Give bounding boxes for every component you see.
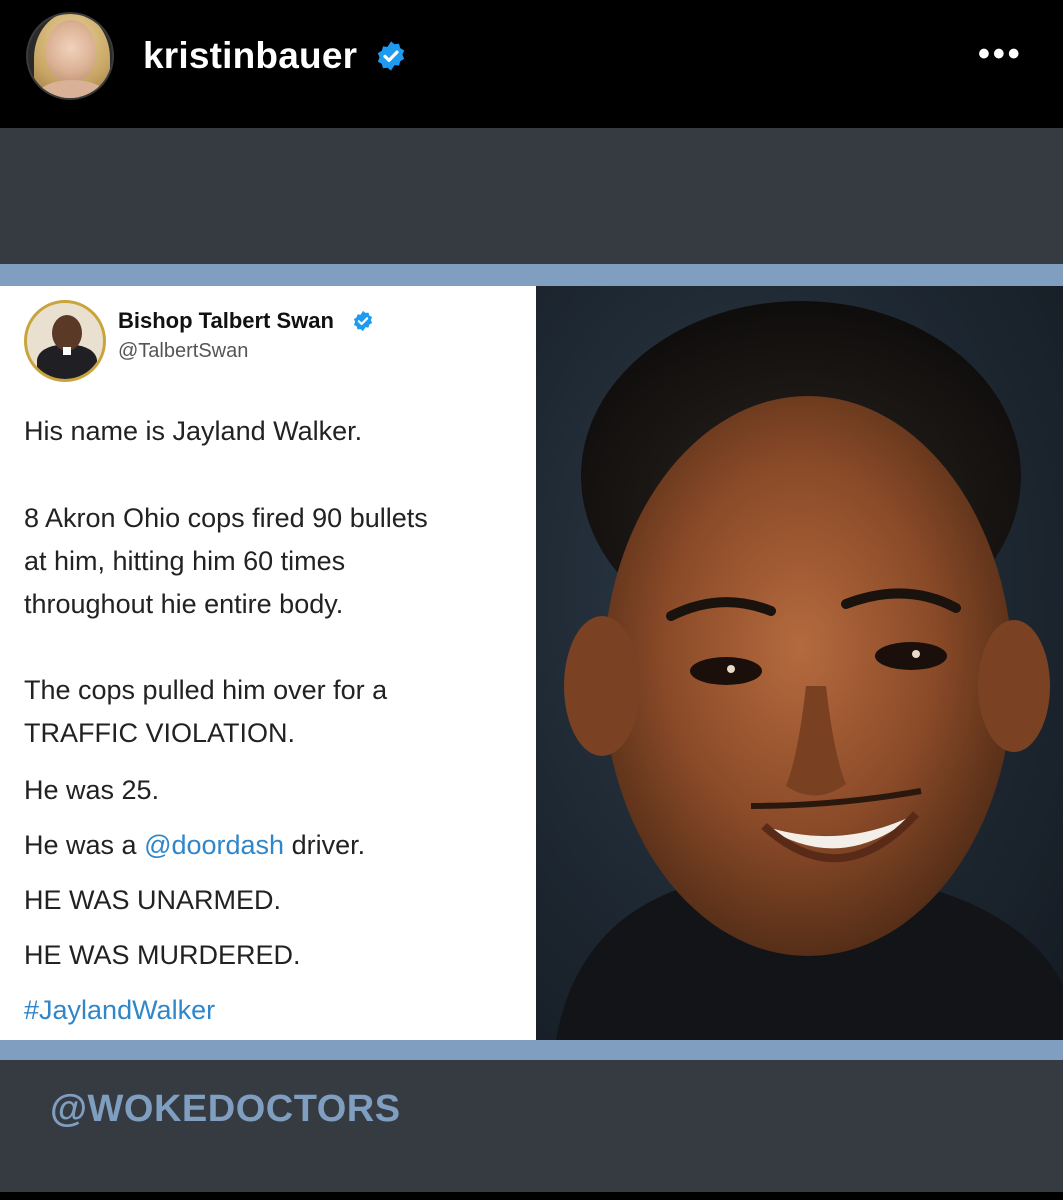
profile-avatar[interactable] xyxy=(26,12,114,100)
tweet-text-line: He was 25. xyxy=(24,775,160,805)
bottom-edge xyxy=(0,1192,1063,1200)
doordash-prefix: He was a xyxy=(24,830,145,860)
avatar-head xyxy=(52,315,82,351)
doordash-mention-link[interactable]: @doordash xyxy=(144,830,284,860)
verified-badge-icon xyxy=(377,41,405,71)
tweet-text-line: The cops pulled him over for a xyxy=(24,675,388,705)
tweet-author-name: Bishop Talbert Swan xyxy=(118,308,334,333)
tweet-author-avatar xyxy=(24,300,106,382)
tweet-text-line: throughout hie entire body. xyxy=(24,589,344,619)
portrait-illustration xyxy=(556,301,1063,1040)
avatar-face xyxy=(46,20,96,82)
verified-badge-icon xyxy=(353,310,373,332)
avatar-collar xyxy=(63,347,71,355)
bottom-blue-band xyxy=(0,1040,1063,1060)
tweet-card: Bishop Talbert Swan @TalbertSwan His nam… xyxy=(0,286,536,1040)
watermark-handle: @WOKEDOCTORS xyxy=(50,1088,401,1130)
tweet-text-line: HE WAS UNARMED. xyxy=(24,885,282,915)
portrait-photo xyxy=(536,286,1063,1040)
tweet-text-line: 8 Akron Ohio cops fired 90 bullets xyxy=(24,503,428,533)
post-header: kristinbauer ••• xyxy=(0,0,1063,128)
top-blue-band xyxy=(0,264,1063,286)
profile-username[interactable]: kristinbauer xyxy=(143,35,357,77)
more-options-button[interactable]: ••• xyxy=(978,37,1023,71)
tweet-text-line: HE WAS MURDERED. xyxy=(24,940,301,970)
tweet-text-line: at him, hitting him 60 times xyxy=(24,546,346,576)
tweet-text-line: TRAFFIC VIOLATION. xyxy=(24,718,296,748)
tweet-text-line-doordash: He was a @doordash driver. xyxy=(24,830,365,861)
tweet-author-handle: @TalbertSwan xyxy=(118,340,249,362)
tweet-text-line: His name is Jayland Walker. xyxy=(24,416,363,446)
doordash-suffix: driver. xyxy=(284,830,366,860)
hashtag-link[interactable]: #JaylandWalker xyxy=(24,995,215,1026)
